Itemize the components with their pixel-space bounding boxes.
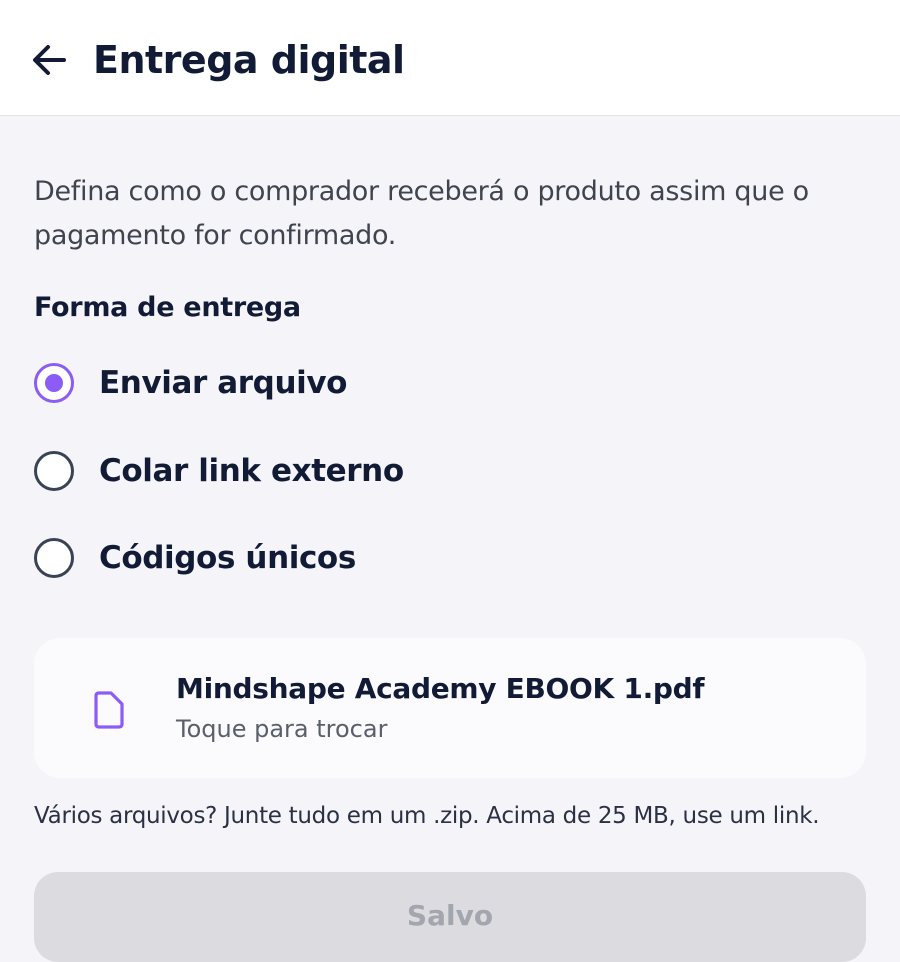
radio-option-external-link[interactable]: Colar link externo (32, 446, 632, 496)
file-icon (94, 691, 124, 729)
file-name: Mindshape Academy EBOOK 1.pdf (176, 672, 705, 705)
page-title: Entrega digital (93, 38, 405, 82)
radio-button[interactable] (34, 451, 74, 491)
delivery-method-label: Forma de entrega (34, 292, 301, 323)
arrow-left-icon (33, 45, 66, 75)
back-button[interactable] (30, 38, 70, 82)
page-description: Defina como o comprador receberá o produ… (34, 176, 809, 251)
radio-button-selected[interactable] (34, 363, 74, 403)
save-button-label: Salvo (406, 899, 494, 932)
save-button[interactable]: Salvo (34, 872, 866, 962)
file-change-hint: Toque para trocar (176, 715, 388, 743)
radio-option-send-file[interactable]: Enviar arquivo (32, 358, 632, 408)
radio-selected-dot (45, 374, 63, 392)
radio-button[interactable] (34, 538, 74, 578)
radio-label-unique-codes: Códigos únicos (99, 540, 356, 576)
uploaded-file-card[interactable]: Mindshape Academy EBOOK 1.pdf Toque para… (34, 638, 866, 778)
radio-label-external-link: Colar link externo (99, 453, 404, 489)
top-bar: Entrega digital (0, 0, 900, 116)
radio-label-send-file: Enviar arquivo (99, 365, 348, 401)
upload-help-text: Vários arquivos? Junte tudo em um .zip. … (34, 803, 820, 829)
radio-option-unique-codes[interactable]: Códigos únicos (32, 533, 632, 583)
